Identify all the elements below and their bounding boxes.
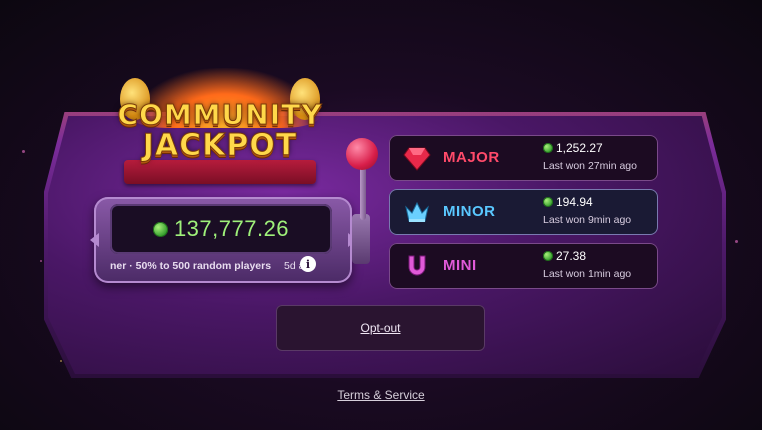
coin-icon xyxy=(152,221,168,237)
tier-mini: MINI 27.38 Last won 1min ago xyxy=(389,243,658,289)
terms-of-service-link[interactable]: Terms & Service xyxy=(0,388,762,402)
coin-icon xyxy=(543,251,553,261)
tier-minor-amount-value: 194.94 xyxy=(556,195,593,209)
tier-mini-name: MINI xyxy=(443,257,477,274)
sparkle xyxy=(22,150,25,153)
tier-minor-amount: 194.94 xyxy=(543,195,593,209)
horseshoe-icon xyxy=(408,255,426,276)
coin-icon xyxy=(543,143,553,153)
tier-major-amount: 1,252.27 xyxy=(543,141,603,155)
tier-mini-amount-value: 27.38 xyxy=(556,249,587,263)
community-jackpot-logo: COMMUNITY JACKPOT xyxy=(110,68,330,188)
logo-text-jackpot: JACKPOT xyxy=(142,128,298,164)
arrow-left-icon xyxy=(90,233,99,247)
sparkle xyxy=(735,240,738,243)
tier-major-name: MAJOR xyxy=(443,149,500,166)
lever-knob-icon xyxy=(346,138,378,170)
tier-minor-last-won: Last won 9min ago xyxy=(543,214,632,226)
tier-minor-name: MINOR xyxy=(443,203,496,220)
ruby-icon xyxy=(403,147,431,171)
jackpot-counter-screen: 137,777.26 xyxy=(110,204,332,254)
jackpot-amount: 137,777.26 xyxy=(173,216,290,241)
sparkle xyxy=(60,360,62,362)
logo-text-community: COMMUNITY xyxy=(117,98,323,132)
crown-icon xyxy=(405,201,429,222)
tier-major-amount-value: 1,252.27 xyxy=(556,141,603,155)
info-icon[interactable]: i xyxy=(300,256,316,272)
tier-minor: MINOR 194.94 Last won 9min ago xyxy=(389,189,658,235)
sparkle xyxy=(40,260,42,262)
tier-major: MAJOR 1,252.27 Last won 27min ago xyxy=(389,135,658,181)
lever-base xyxy=(352,214,370,264)
opt-out-button[interactable]: Opt-out xyxy=(276,305,485,351)
tier-mini-last-won: Last won 1min ago xyxy=(543,268,632,280)
tier-major-last-won: Last won 27min ago xyxy=(543,160,637,172)
coin-icon xyxy=(543,197,553,207)
ribbon-decoration xyxy=(124,160,316,184)
tier-mini-amount: 27.38 xyxy=(543,249,586,263)
